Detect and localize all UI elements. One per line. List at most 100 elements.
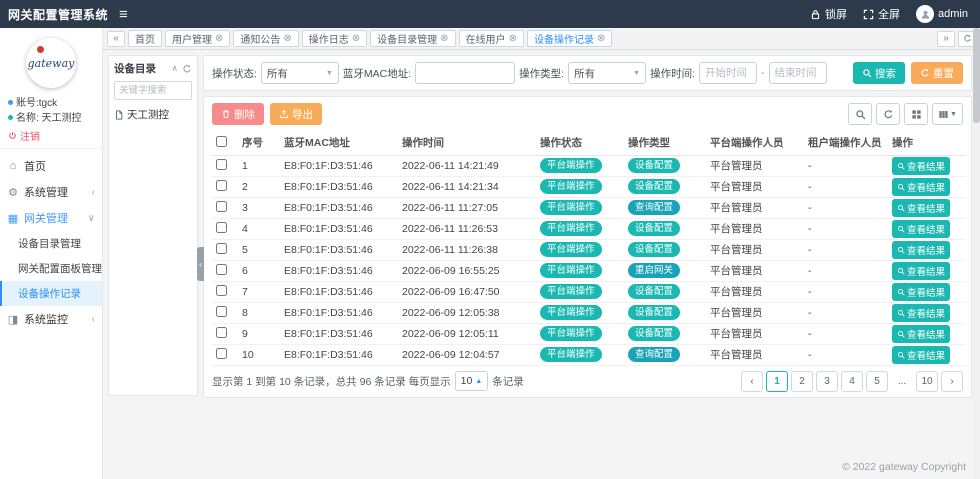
view-result-button[interactable]: 查看结果 xyxy=(892,157,950,175)
collapse-icon[interactable]: ∧ xyxy=(171,63,178,74)
scrollbar-thumb[interactable] xyxy=(973,28,980,123)
export-button[interactable]: 导出 xyxy=(270,103,322,125)
status-filter-select[interactable]: 所有▼ xyxy=(261,62,339,84)
sidebar-item-2[interactable]: ▦网关管理∨ xyxy=(0,205,102,231)
page-button-...[interactable]: ... xyxy=(891,371,913,392)
view-result-button[interactable]: 查看结果 xyxy=(892,241,950,259)
name-row: 名称: 天工测控 xyxy=(8,111,94,126)
end-time-input[interactable] xyxy=(769,62,827,84)
document-icon xyxy=(114,110,124,120)
page-button-2[interactable]: 2 xyxy=(791,371,813,392)
status-badge: 平台端操作 xyxy=(540,326,602,340)
sidebar-sub-item-4[interactable]: 网关配置面板管理‹ xyxy=(0,256,102,281)
select-all-checkbox[interactable] xyxy=(216,136,227,147)
tab-6[interactable]: 设备操作记录⊗ xyxy=(527,30,612,47)
view-result-button[interactable]: 查看结果 xyxy=(892,346,950,364)
tab-close-icon[interactable]: ⊗ xyxy=(283,34,291,44)
tab-close-icon[interactable]: ⊗ xyxy=(597,34,605,44)
menu-toggle-icon[interactable]: ≡ xyxy=(119,7,128,22)
row-checkbox[interactable] xyxy=(216,243,227,254)
column-header-7[interactable]: 操作 xyxy=(888,131,966,155)
tab-2[interactable]: 通知公告⊗ xyxy=(233,30,298,47)
table-search-button[interactable] xyxy=(848,103,872,125)
row-checkbox[interactable] xyxy=(216,306,227,317)
columns-icon xyxy=(938,109,949,120)
sidebar-item-6[interactable]: ◨系统监控‹ xyxy=(0,306,102,332)
search-icon xyxy=(897,204,905,212)
panel-collapse-handle[interactable]: ‹ xyxy=(197,247,204,281)
sidebar-sub-item-3[interactable]: 设备目录管理 xyxy=(0,231,102,256)
column-header-1[interactable]: 蓝牙MAC地址 xyxy=(280,131,398,155)
records-summary: 显示第 1 到第 10 条记录，总共 96 条记录 每页显示 xyxy=(212,374,451,389)
lock-screen-button[interactable]: 锁屏 xyxy=(810,6,847,22)
username: admin xyxy=(938,8,968,20)
status-badge: 平台端操作 xyxy=(540,347,602,361)
tab-3[interactable]: 操作日志⊗ xyxy=(302,30,367,47)
row-checkbox[interactable] xyxy=(216,348,227,359)
type-filter-select[interactable]: 所有▼ xyxy=(568,62,646,84)
tab-close-icon[interactable]: ⊗ xyxy=(352,34,360,44)
page-button-‹[interactable]: ‹ xyxy=(741,371,763,392)
tree-node[interactable]: 天工测控 xyxy=(114,107,192,122)
column-header-5[interactable]: 平台端操作人员 xyxy=(706,131,804,155)
tab-4[interactable]: 设备目录管理⊗ xyxy=(370,30,455,47)
tab-0[interactable]: 首页 xyxy=(128,30,162,47)
table-row: 2E8:F0:1F:D3:51:462022-06-11 14:21:34平台端… xyxy=(212,176,966,197)
tabs-next-button[interactable]: » xyxy=(937,31,955,47)
logout-button[interactable]: 注销 xyxy=(0,126,102,149)
tab-close-icon[interactable]: ⊗ xyxy=(509,34,517,44)
row-checkbox[interactable] xyxy=(216,264,227,275)
search-icon xyxy=(897,225,905,233)
tree-search-input[interactable] xyxy=(114,81,192,100)
type-badge: 重启网关 xyxy=(628,263,680,277)
delete-button[interactable]: 删除 xyxy=(212,103,264,125)
column-header-6[interactable]: 租户端操作人员 xyxy=(804,131,888,155)
column-header-4[interactable]: 操作类型 xyxy=(624,131,706,155)
column-header-2[interactable]: 操作时间 xyxy=(398,131,536,155)
user-menu[interactable]: admin xyxy=(916,5,968,23)
lock-screen-label: 锁屏 xyxy=(825,6,847,22)
tab-1[interactable]: 用户管理⊗ xyxy=(165,30,230,47)
view-result-button[interactable]: 查看结果 xyxy=(892,178,950,196)
page-button-›[interactable]: › xyxy=(941,371,963,392)
reset-button[interactable]: 重置 xyxy=(911,62,963,84)
view-result-button[interactable]: 查看结果 xyxy=(892,199,950,217)
tab-5[interactable]: 在线用户⊗ xyxy=(459,30,524,47)
sidebar-sub-item-5[interactable]: 设备操作记录 xyxy=(0,281,102,306)
view-result-button[interactable]: 查看结果 xyxy=(892,262,950,280)
row-checkbox[interactable] xyxy=(216,285,227,296)
page-button-4[interactable]: 4 xyxy=(841,371,863,392)
table-refresh-button[interactable] xyxy=(876,103,900,125)
search-button[interactable]: 搜索 xyxy=(853,62,905,84)
mac-address-input[interactable] xyxy=(415,62,515,84)
row-checkbox[interactable] xyxy=(216,201,227,212)
row-checkbox[interactable] xyxy=(216,327,227,338)
page-scrollbar[interactable] xyxy=(973,28,980,479)
view-result-button[interactable]: 查看结果 xyxy=(892,283,950,301)
start-time-input[interactable] xyxy=(699,62,757,84)
tree-refresh-icon[interactable] xyxy=(182,64,192,74)
tab-close-icon[interactable]: ⊗ xyxy=(440,34,448,44)
row-checkbox[interactable] xyxy=(216,222,227,233)
column-header-0[interactable]: 序号 xyxy=(238,131,280,155)
view-result-button[interactable]: 查看结果 xyxy=(892,325,950,343)
column-header-3[interactable]: 操作状态 xyxy=(536,131,624,155)
fullscreen-icon xyxy=(863,9,874,20)
fullscreen-button[interactable]: 全屏 xyxy=(863,6,900,22)
table-columns-button[interactable]: ▼ xyxy=(932,103,963,125)
page-button-5[interactable]: 5 xyxy=(866,371,888,392)
page-button-3[interactable]: 3 xyxy=(816,371,838,392)
view-result-button[interactable]: 查看结果 xyxy=(892,220,950,238)
tabs-prev-button[interactable]: « xyxy=(107,31,125,47)
page-button-10[interactable]: 10 xyxy=(916,371,938,392)
table-view-toggle-button[interactable] xyxy=(904,103,928,125)
sidebar-item-0[interactable]: ⌂首页 xyxy=(0,153,102,179)
view-result-button[interactable]: 查看结果 xyxy=(892,304,950,322)
fullscreen-label: 全屏 xyxy=(878,6,900,22)
sidebar-item-1[interactable]: ⚙系统管理‹ xyxy=(0,179,102,205)
tab-close-icon[interactable]: ⊗ xyxy=(215,34,223,44)
row-checkbox[interactable] xyxy=(216,180,227,191)
row-checkbox[interactable] xyxy=(216,159,227,170)
page-size-select[interactable]: 10▲ xyxy=(455,371,489,391)
page-button-1[interactable]: 1 xyxy=(766,371,788,392)
